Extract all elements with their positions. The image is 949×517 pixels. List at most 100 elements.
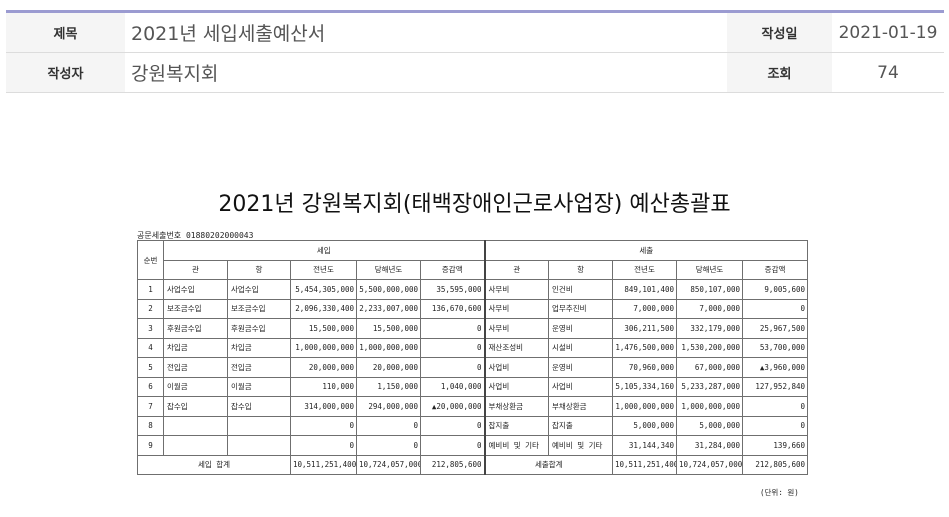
author-label: 작성자 <box>6 52 125 93</box>
seq-header: 순번 <box>137 240 164 280</box>
row-number: 3 <box>137 318 164 339</box>
row-number: 9 <box>137 435 164 456</box>
revenue-cur: 2,233,007,000 <box>356 298 421 319</box>
expenditure-gwan: 사업비 <box>483 376 550 397</box>
row-number: 7 <box>137 396 164 417</box>
revenue-gwan: 잡수입 <box>163 396 228 417</box>
expenditure-prev: 31,144,340 <box>612 435 678 456</box>
meta-row-title: 제목 2021년 세입세출예산서 작성일 2021-01-19 <box>6 11 944 53</box>
post-date: 2021-01-19 <box>832 11 944 53</box>
expenditure-hang-header: 항 <box>548 259 614 280</box>
expenditure-total-label: 세출합계 <box>483 454 614 475</box>
expenditure-gwan: 사업비 <box>483 357 550 378</box>
revenue-cur: 1,000,000,000 <box>356 337 421 358</box>
expenditure-hang: 사업비 <box>548 376 614 397</box>
row-number: 1 <box>137 279 164 300</box>
meta-row-author: 작성자 강원복지회 조회 74 <box>6 52 944 93</box>
revenue-total-prev: 10,511,251,400 <box>290 454 357 475</box>
revenue-change: 0 <box>419 435 486 456</box>
table-row: 2 보조금수입 보조금수입 2,096,330,400 2,233,007,000 136… <box>137 298 809 319</box>
revenue-change: 136,670,600 <box>419 298 486 319</box>
header-row-columns: 관 항 전년도 당해년도 증감액 관 항 전년도 당해년도 증감액 <box>138 259 809 280</box>
views-label: 조회 <box>727 52 832 93</box>
revenue-hang: 사업수입 <box>227 279 291 300</box>
revenue-cur: 0 <box>356 435 421 456</box>
expenditure-cur: 5,233,287,000 <box>676 376 744 397</box>
revenue-cur: 20,000,000 <box>356 357 421 378</box>
expenditure-gwan: 재산조성비 <box>483 337 550 358</box>
expenditure-hang: 시설비 <box>548 337 614 358</box>
expenditure-prev: 1,476,500,000 <box>612 337 678 358</box>
revenue-prev: 2,096,330,400 <box>290 298 357 319</box>
expenditure-hang: 인건비 <box>548 279 614 300</box>
revenue-prev: 15,500,000 <box>290 318 357 339</box>
expenditure-cur: 1,530,200,000 <box>676 337 744 358</box>
expenditure-prev: 306,211,500 <box>612 318 678 339</box>
revenue-change: 0 <box>419 318 486 339</box>
table-row: 1 사업수입 사업수입 5,454,305,000 5,500,000,000 35,59… <box>137 279 809 300</box>
revenue-cur: 0 <box>356 415 421 436</box>
expenditure-total-change: 212,805,600 <box>742 454 809 475</box>
totals-row: 세입 합계 10,511,251,400 10,724,057,000 212,… <box>137 454 809 475</box>
expenditure-prev: 849,101,400 <box>612 279 678 300</box>
table-row: 9 0 0 0 예비비 및 기타 예비비 및 기타 31,144,340 31,284,000… <box>137 435 809 456</box>
budget-body: 1 사업수입 사업수입 5,454,305,000 5,500,000,000 35,59… <box>137 279 809 475</box>
revenue-gwan: 전입금 <box>163 357 228 378</box>
post-author: 강원복지회 <box>125 52 727 93</box>
revenue-change-header: 증감액 <box>419 259 486 280</box>
row-number: 4 <box>137 337 164 358</box>
expenditure-cur-header: 당해년도 <box>676 259 744 280</box>
expenditure-cur: 850,107,000 <box>676 279 744 300</box>
expenditure-gwan: 잡지출 <box>483 415 550 436</box>
revenue-prev: 110,000 <box>290 376 357 397</box>
expenditure-change: 25,967,500 <box>742 318 809 339</box>
expenditure-prev-header: 전년도 <box>612 259 678 280</box>
unit-note: (단위: 원) <box>760 488 799 497</box>
expenditure-gwan-header: 관 <box>483 259 550 280</box>
expenditure-prev: 7,000,000 <box>612 298 678 319</box>
revenue-change: 0 <box>419 415 486 436</box>
expenditure-hang: 예비비 및 기타 <box>548 435 614 456</box>
revenue-gwan-header: 관 <box>163 259 228 280</box>
revenue-gwan: 후원금수입 <box>163 318 228 339</box>
expenditure-header: 세출 <box>483 240 809 261</box>
post-meta-table: 제목 2021년 세입세출예산서 작성일 2021-01-19 작성자 강원복지… <box>6 10 944 93</box>
revenue-hang: 후원금수입 <box>227 318 291 339</box>
expenditure-cur: 67,000,000 <box>676 357 744 378</box>
revenue-change: 1,040,000 <box>419 376 486 397</box>
expenditure-change: ▲3,960,000 <box>742 357 809 378</box>
revenue-change: 0 <box>419 357 486 378</box>
row-number: 5 <box>137 357 164 378</box>
revenue-hang <box>227 435 291 456</box>
revenue-prev: 1,000,000,000 <box>290 337 357 358</box>
revenue-gwan <box>163 415 228 436</box>
row-number: 6 <box>137 376 164 397</box>
expenditure-prev: 1,000,000,000 <box>612 396 678 417</box>
expenditure-change: 53,700,000 <box>742 337 809 358</box>
revenue-total-cur: 10,724,057,000 <box>356 454 421 475</box>
row-number: 2 <box>137 298 164 319</box>
revenue-hang: 보조금수입 <box>227 298 291 319</box>
revenue-hang: 이월금 <box>227 376 291 397</box>
expenditure-hang: 운영비 <box>548 318 614 339</box>
revenue-gwan: 보조금수입 <box>163 298 228 319</box>
expenditure-gwan: 예비비 및 기타 <box>483 435 550 456</box>
expenditure-cur: 1,000,000,000 <box>676 396 744 417</box>
date-label: 작성일 <box>727 11 832 53</box>
revenue-total-change: 212,805,600 <box>419 454 486 475</box>
revenue-change: 0 <box>419 337 486 358</box>
revenue-cur: 5,500,000,000 <box>356 279 421 300</box>
expenditure-change: 0 <box>742 415 809 436</box>
expenditure-hang: 운영비 <box>548 357 614 378</box>
header-row-groups: 순번 세입 세출 <box>137 240 809 280</box>
revenue-prev-header: 전년도 <box>290 259 357 280</box>
title-label: 제목 <box>6 11 125 53</box>
revenue-hang: 잡수입 <box>227 396 291 417</box>
revenue-gwan <box>163 435 228 456</box>
revenue-hang-header: 항 <box>227 259 291 280</box>
table-row: 7 잡수입 잡수입 314,000,000 294,000,000 ▲20,000,000… <box>137 396 809 417</box>
table-row: 4 차입금 차입금 1,000,000,000 1,000,000,000 0 재산조성비 시… <box>137 337 809 358</box>
expenditure-cur: 7,000,000 <box>676 298 744 319</box>
revenue-cur: 15,500,000 <box>356 318 421 339</box>
post-views: 74 <box>832 52 944 93</box>
